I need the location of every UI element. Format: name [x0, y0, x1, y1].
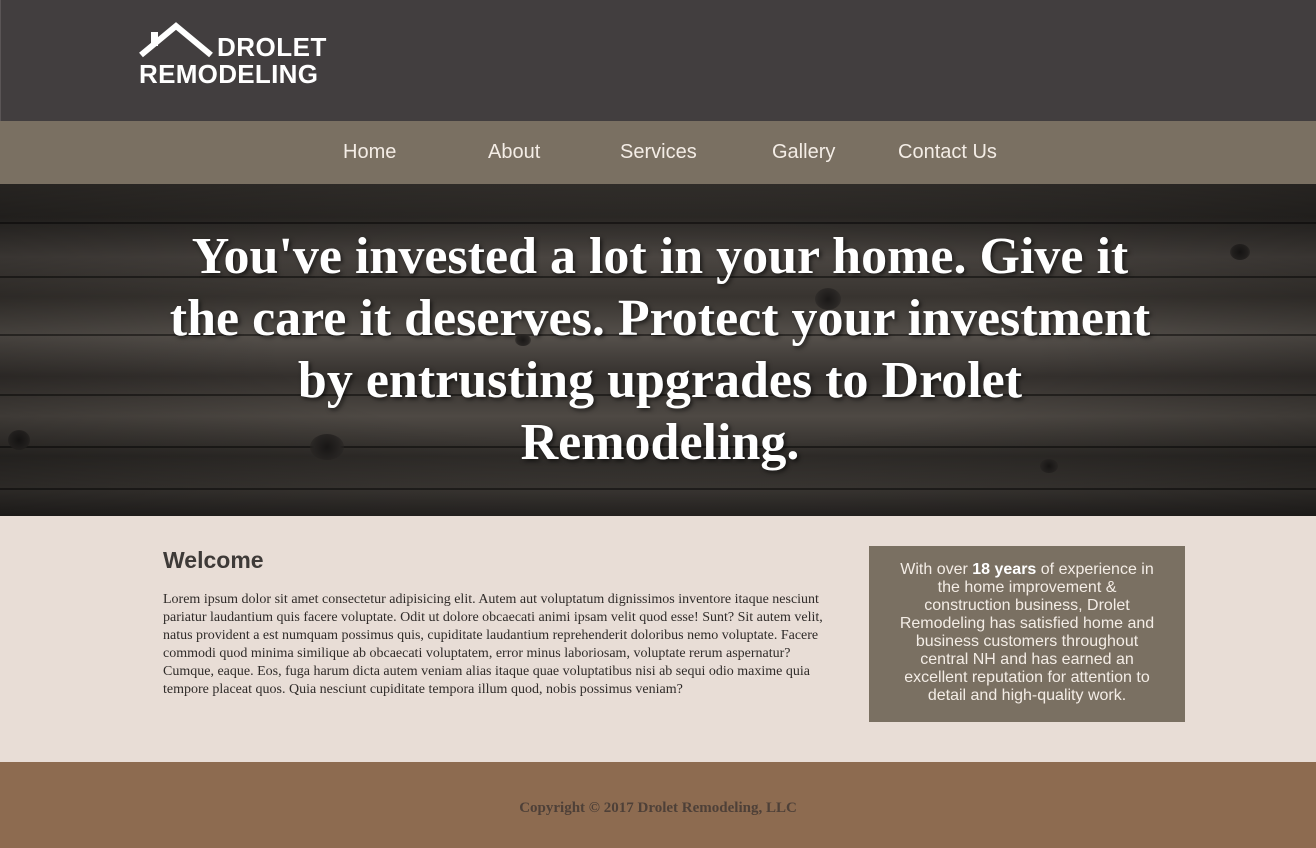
infobox-text-after: of experience in the home improvement & … — [899, 561, 1155, 704]
house-roof-icon — [139, 22, 213, 58]
main-nav: Home About Services Gallery Contact Us — [0, 121, 1316, 184]
experience-infobox: With over 18 years of experience in the … — [869, 546, 1185, 722]
nav-item-home[interactable]: Home — [343, 141, 396, 163]
site-header: DROLET REMODELING — [0, 0, 1316, 121]
welcome-heading: Welcome — [163, 547, 264, 573]
welcome-paragraph: Lorem ipsum dolor sit amet consectetur a… — [163, 592, 823, 697]
site-logo[interactable]: DROLET REMODELING — [139, 22, 339, 88]
hero-headline: You've invested a lot in your home. Give… — [169, 228, 1151, 471]
logo-text-line2: REMODELING — [139, 59, 319, 89]
infobox-text-before: With over — [900, 561, 973, 578]
hero-banner: You've invested a lot in your home. Give… — [0, 184, 1316, 516]
logo-text-line1: DROLET — [217, 32, 327, 62]
main-content: Welcome Lorem ipsum dolor sit amet conse… — [0, 516, 1316, 762]
copyright-text: Copyright © 2017 Drolet Remodeling, LLC — [519, 800, 797, 816]
nav-item-gallery[interactable]: Gallery — [772, 141, 835, 163]
infobox-highlight: 18 years — [972, 561, 1037, 578]
site-footer: Copyright © 2017 Drolet Remodeling, LLC — [0, 762, 1316, 848]
nav-item-about[interactable]: About — [488, 141, 540, 163]
nav-item-services[interactable]: Services — [620, 141, 697, 163]
nav-item-contact-us[interactable]: Contact Us — [898, 141, 997, 163]
